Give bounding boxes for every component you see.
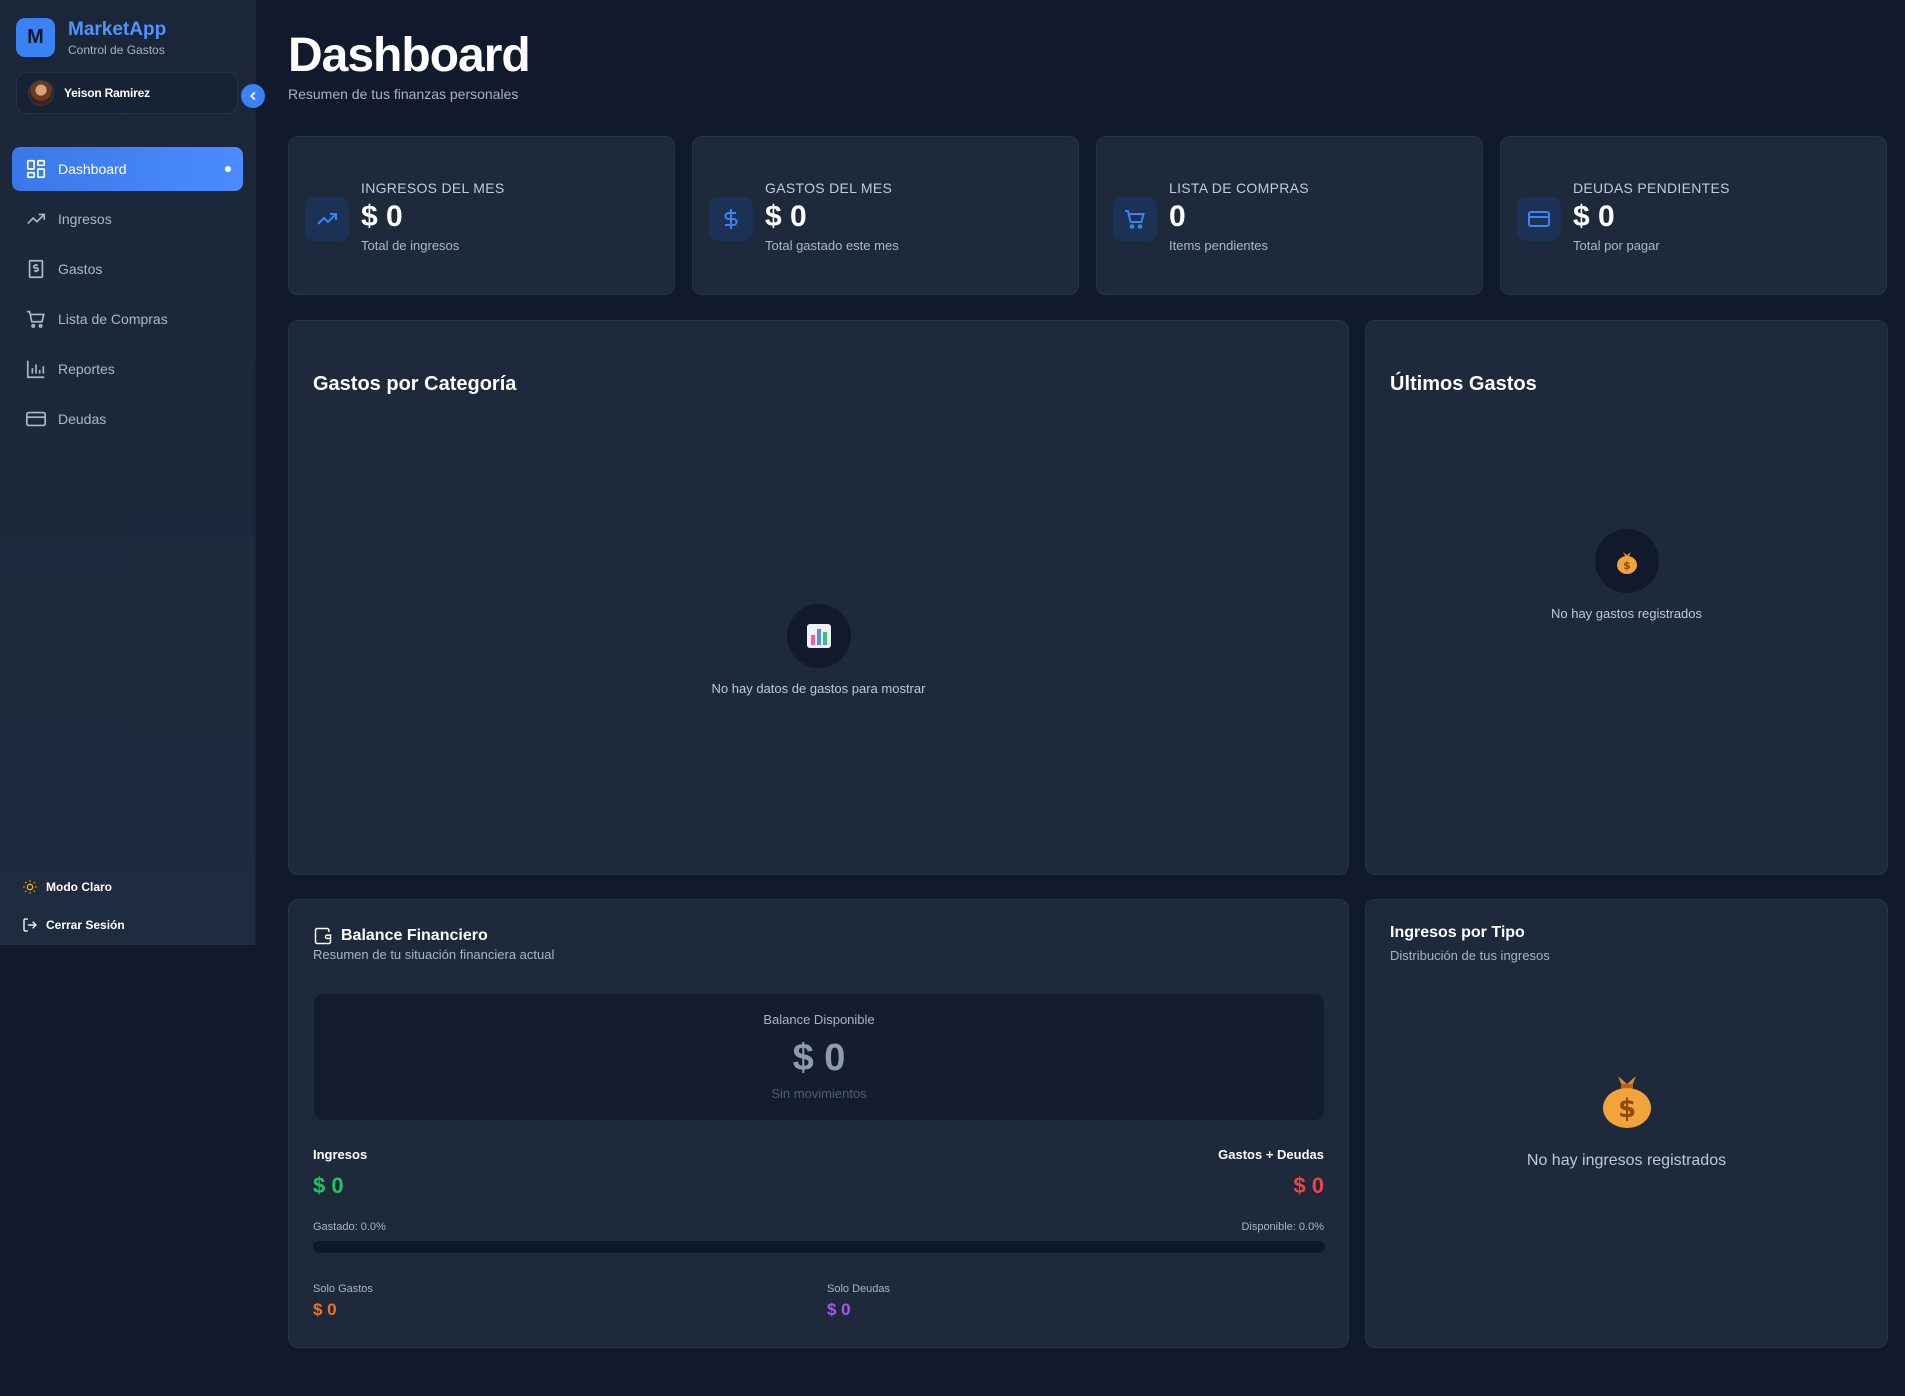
sidebar-item-reportes[interactable]: Reportes xyxy=(12,347,243,391)
income-type-panel: Ingresos por Tipo Distribución de tus in… xyxy=(1365,899,1888,1348)
stat-value: 0 xyxy=(1169,200,1186,233)
wallet-icon xyxy=(313,926,333,946)
available-balance-label: Balance Disponible xyxy=(763,1012,875,1027)
empty-state-text: No hay ingresos registrados xyxy=(1526,1152,1727,1169)
sidebar-item-dashboard[interactable]: Dashboard xyxy=(12,147,243,191)
page-title: Dashboard xyxy=(288,29,531,82)
panel-title: Ingresos por Tipo xyxy=(1390,924,1525,941)
stat-card-gastos: GASTOS DEL MES $ 0 Total gastado este me… xyxy=(692,136,1079,295)
brand-logo: M xyxy=(16,18,55,57)
outflow-value: $ 0 xyxy=(1293,1173,1324,1198)
user-name: Yeison Ramirez xyxy=(64,86,150,100)
logout-label: Cerrar Sesión xyxy=(46,918,125,932)
dollar-icon xyxy=(709,197,753,241)
panel-subtitle: Distribución de tus ingresos xyxy=(1390,948,1550,963)
available-percentage: Disponible: 0.0% xyxy=(1241,1221,1324,1233)
credit-card-icon xyxy=(1517,197,1561,241)
only-debts-label: Solo Deudas xyxy=(827,1283,890,1295)
bar-chart-icon xyxy=(24,357,48,381)
brand-name: MarketApp xyxy=(68,18,167,40)
stat-value: $ 0 xyxy=(765,200,807,233)
stat-card-ingresos: INGRESOS DEL MES $ 0 Total de ingresos xyxy=(288,136,675,295)
sidebar-item-label: Lista de Compras xyxy=(58,311,168,327)
stat-value: $ 0 xyxy=(1573,200,1615,233)
panel-title: Balance Financiero xyxy=(341,927,488,944)
sidebar-item-label: Reportes xyxy=(58,361,115,377)
trending-up-icon xyxy=(305,197,349,241)
balance-status: Sin movimientos xyxy=(771,1086,867,1101)
active-indicator xyxy=(225,166,231,172)
sidebar: M MarketApp Control de Gastos Yeison Ram… xyxy=(0,0,256,945)
outflow-label: Gastos + Deudas xyxy=(1218,1147,1324,1162)
sidebar-item-label: Dashboard xyxy=(58,161,127,177)
only-expenses-label: Solo Gastos xyxy=(313,1283,373,1295)
only-expenses-value: $ 0 xyxy=(313,1300,337,1319)
logout-button[interactable]: Cerrar Sesión xyxy=(22,906,125,944)
trending-up-icon xyxy=(24,207,48,231)
stat-card-lista-compras: LISTA DE COMPRAS 0 Items pendientes xyxy=(1096,136,1483,295)
svg-text:$: $ xyxy=(1623,559,1631,572)
available-balance-card: Balance Disponible $ 0 Sin movimientos xyxy=(313,993,1325,1121)
chevron-left-icon xyxy=(246,89,260,103)
sidebar-item-label: Deudas xyxy=(58,411,107,427)
money-bag-emoji-icon: $ xyxy=(1599,1070,1655,1135)
income-value: $ 0 xyxy=(313,1173,344,1198)
stat-description: Total de ingresos xyxy=(361,238,460,253)
available-balance-value: $ 0 xyxy=(792,1037,846,1079)
stat-description: Total gastado este mes xyxy=(765,238,899,253)
sidebar-nav: Dashboard Ingresos Gastos Lista de Compr… xyxy=(12,147,243,447)
sun-icon xyxy=(22,879,40,895)
spending-progress-bar xyxy=(313,1241,1325,1253)
svg-text:$: $ xyxy=(1618,1094,1636,1124)
dollar-receipt-icon xyxy=(24,257,48,281)
stat-label: LISTA DE COMPRAS xyxy=(1169,180,1309,196)
sidebar-item-gastos[interactable]: Gastos xyxy=(12,247,243,291)
sidebar-footer: Modo Claro Cerrar Sesión xyxy=(22,868,125,944)
user-profile[interactable]: Yeison Ramirez xyxy=(16,72,238,114)
cart-icon xyxy=(24,307,48,331)
brand-subtitle: Control de Gastos xyxy=(68,42,165,57)
balance-panel: Balance Financiero Resumen de tu situaci… xyxy=(288,899,1349,1348)
stat-value: $ 0 xyxy=(361,200,403,233)
sidebar-collapse-button[interactable] xyxy=(241,84,265,108)
panel-title: Últimos Gastos xyxy=(1390,373,1537,395)
empty-state-text: No hay gastos registrados xyxy=(1550,606,1703,621)
sidebar-item-lista-de-compras[interactable]: Lista de Compras xyxy=(12,297,243,341)
empty-state-text: No hay datos de gastos para mostrar xyxy=(711,681,926,696)
brand[interactable]: M MarketApp Control de Gastos xyxy=(16,18,166,57)
income-label: Ingresos xyxy=(313,1147,368,1162)
stat-card-deudas: DEUDAS PENDIENTES $ 0 Total por pagar xyxy=(1500,136,1887,295)
sidebar-item-deudas[interactable]: Deudas xyxy=(12,397,243,441)
stat-description: Total por pagar xyxy=(1573,238,1660,253)
only-debts-value: $ 0 xyxy=(827,1300,851,1319)
stat-label: INGRESOS DEL MES xyxy=(361,180,505,196)
stat-description: Items pendientes xyxy=(1169,238,1269,253)
dashboard-icon xyxy=(24,157,48,181)
panel-title: Gastos por Categoría xyxy=(313,373,517,395)
stat-label: GASTOS DEL MES xyxy=(765,180,893,196)
sidebar-item-label: Gastos xyxy=(58,261,103,277)
sidebar-item-ingresos[interactable]: Ingresos xyxy=(12,197,243,241)
page-subtitle: Resumen de tus finanzas personales xyxy=(288,86,519,102)
cart-icon xyxy=(1113,197,1157,241)
credit-card-icon xyxy=(24,407,48,431)
spent-percentage: Gastado: 0.0% xyxy=(313,1221,386,1233)
panel-subtitle: Resumen de tu situación financiera actua… xyxy=(313,947,555,962)
stat-label: DEUDAS PENDIENTES xyxy=(1573,180,1730,196)
money-bag-emoji-icon: $ xyxy=(1595,529,1659,593)
bar-chart-emoji-icon xyxy=(787,604,851,668)
categories-panel: Gastos por Categoría No hay datos de gas… xyxy=(288,320,1349,875)
sidebar-item-label: Ingresos xyxy=(58,211,112,227)
avatar xyxy=(28,80,54,106)
latest-expenses-panel: Últimos Gastos $ No hay gastos registrad… xyxy=(1365,320,1888,875)
theme-toggle-label: Modo Claro xyxy=(46,880,112,894)
logout-icon xyxy=(22,917,40,933)
theme-toggle-button[interactable]: Modo Claro xyxy=(22,868,125,906)
